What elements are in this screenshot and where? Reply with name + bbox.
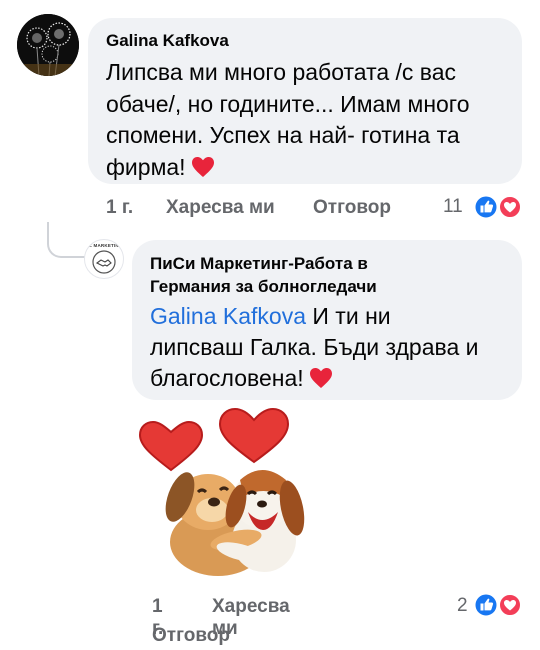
mention-link[interactable]: Galina Kafkova <box>150 303 306 329</box>
dandelion-photo-icon <box>17 14 79 76</box>
reply-text-line3: благословена! <box>150 365 304 391</box>
reply-reaction-count[interactable]: 2 <box>457 595 468 617</box>
comment-like-button[interactable]: Харесва ми <box>166 197 275 219</box>
reply-author-line2: Германия за болногледачи <box>150 277 377 296</box>
comment-text-content: Липсва ми много работата /с вас обаче/, … <box>106 59 470 180</box>
reply-text: Galina Kafkova И ти ни липсваш Галка. Бъ… <box>150 301 504 397</box>
like-icon <box>473 592 499 618</box>
comment-author[interactable]: Galina Kafkova <box>106 30 502 52</box>
heart-sticker-right-icon <box>218 407 290 464</box>
reply-reply-button[interactable]: Отговор <box>152 625 230 647</box>
thread-connector-line <box>47 222 85 258</box>
page-avatar-text: PC MARKETING <box>85 243 123 248</box>
reply-author-line1: ПиСи Маркетинг-Работа в <box>150 254 368 273</box>
hugging-dogs-sticker[interactable] <box>136 402 316 582</box>
comment-reply-button[interactable]: Отговор <box>313 197 391 219</box>
reply-author[interactable]: ПиСи Маркетинг-Работа в Германия за болн… <box>150 252 504 298</box>
comment-bubble: Galina Kafkova Липсва ми много работата … <box>88 18 522 184</box>
comment-reaction-count[interactable]: 11 <box>443 196 463 218</box>
comment-text: Липсва ми много работата /с вас обаче/, … <box>106 57 502 186</box>
reply-text-line2: липсваш Галка. Бъди здрава и <box>150 334 479 360</box>
comment-time[interactable]: 1 г. <box>106 197 133 219</box>
reply-bubble: ПиСи Маркетинг-Работа в Германия за болн… <box>132 240 522 400</box>
page-avatar[interactable]: PC MARKETING <box>84 239 124 279</box>
comment-reactions[interactable] <box>473 194 522 220</box>
like-icon <box>473 194 499 220</box>
love-icon <box>498 593 522 617</box>
commenter-avatar[interactable] <box>17 14 79 76</box>
love-icon <box>498 195 522 219</box>
reply-reactions[interactable] <box>473 592 522 618</box>
reply-text-line1: И ти ни <box>312 303 391 329</box>
red-heart-emoji-icon <box>309 366 333 397</box>
heart-sticker-left-icon <box>138 420 204 472</box>
red-heart-emoji-icon <box>191 155 215 187</box>
